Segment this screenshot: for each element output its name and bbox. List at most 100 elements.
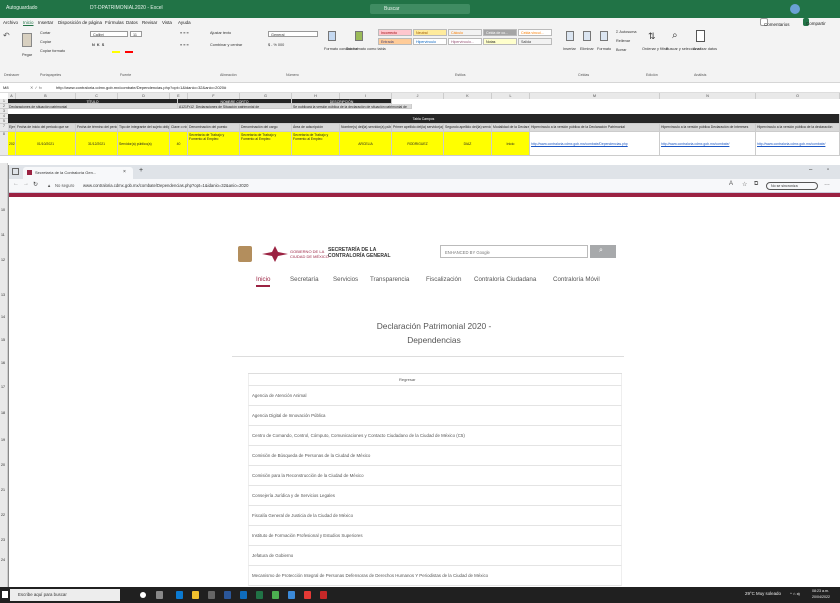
row-header-16[interactable]: 16: [1, 361, 5, 365]
clock-date[interactable]: 20/04/2022: [812, 595, 830, 599]
data-cell-14[interactable]: http://www.contraloria.cdmx.gob.mx/comba…: [756, 132, 840, 156]
fill-button[interactable]: Rellenar: [616, 39, 630, 43]
nav-servicios[interactable]: Servicios: [333, 276, 358, 283]
tab-actions-icon[interactable]: [12, 168, 19, 175]
list-item[interactable]: Mecanismo de Protección Integral de Pers…: [248, 566, 622, 586]
list-item-label[interactable]: Consejería Jurídica y de Servicios Legal…: [252, 493, 335, 498]
style-entrada[interactable]: Entrada: [378, 38, 412, 45]
app2-icon[interactable]: [288, 591, 295, 599]
row-header-12[interactable]: 12: [1, 258, 5, 262]
tray-icons[interactable]: ^ ⌂ ◂): [790, 591, 800, 596]
data-cell-9[interactable]: RODRIGUEZ: [392, 132, 444, 156]
style-calculo[interactable]: Cálculo: [448, 29, 482, 36]
weather-widget[interactable]: 29°C Muy soleado: [745, 591, 781, 596]
data-cell-4[interactable]: 40: [170, 132, 188, 156]
data-cell-7[interactable]: Secretaría de Trabajo y Fomento al Emple…: [292, 132, 340, 156]
regresar-link[interactable]: Regresar: [399, 377, 415, 382]
delete-cells-button[interactable]: Eliminar: [580, 47, 594, 51]
clear-button[interactable]: Borrar: [616, 48, 627, 52]
comments-button[interactable]: Comentarios: [760, 18, 790, 27]
url-field[interactable]: ▲ No seguro www.contraloria.cdmx.gob.mx/…: [43, 181, 683, 191]
style-salida[interactable]: Salida: [518, 38, 552, 45]
row-header-17[interactable]: 17: [1, 385, 5, 389]
site-search-button[interactable]: ⌕: [590, 245, 616, 258]
excel-icon[interactable]: [256, 591, 263, 599]
new-tab-icon[interactable]: +: [139, 167, 143, 174]
read-aloud-icon[interactable]: A: [729, 181, 733, 187]
hdr-cell-14[interactable]: Hipervínculo a la versión pública de la …: [756, 124, 840, 132]
list-item[interactable]: Fiscalía General de Justicia de la Ciuda…: [248, 506, 622, 526]
list-item[interactable]: Agencia de Atención Animal: [248, 386, 622, 406]
favorite-star-icon[interactable]: ☆: [742, 181, 747, 188]
sort-filter-button[interactable]: Ordenar y filtrar: [642, 47, 668, 51]
style-hipervinculo-visit[interactable]: Hipervínculo...: [448, 38, 482, 45]
back-icon[interactable]: ←: [13, 181, 19, 187]
style-celda-vinc[interactable]: Celda vincul...: [518, 29, 552, 36]
col-header-m[interactable]: M: [530, 93, 660, 99]
store-icon[interactable]: [208, 591, 215, 599]
user-avatar[interactable]: [790, 4, 800, 14]
align-left-icon[interactable]: ≡ ≡ ≡: [180, 43, 189, 47]
cdmx-logo-icon[interactable]: [238, 246, 258, 262]
cortana-icon[interactable]: [140, 592, 146, 598]
word-icon[interactable]: [224, 591, 231, 599]
windows-start-icon[interactable]: [2, 591, 8, 598]
data-cell-8[interactable]: ARCELIA: [340, 132, 392, 156]
data-cell-10[interactable]: DIAZ: [444, 132, 492, 156]
row-header-8[interactable]: 8: [0, 132, 8, 156]
format-cells-icon[interactable]: [600, 31, 608, 41]
spreadsheet-grid[interactable]: A B C D E F G H I J K L M N O 1 2 3 4 5 …: [0, 93, 840, 163]
hdr-cell-6[interactable]: Denominación del cargo: [240, 124, 292, 132]
list-item-label[interactable]: Instituto de Formación Profesional y Est…: [252, 533, 363, 538]
regresar-row[interactable]: Regresar: [248, 374, 622, 386]
hdr-cell-0[interactable]: Ejercicio: [8, 124, 16, 132]
list-item[interactable]: Agencia Digital de Innovación Pública: [248, 406, 622, 426]
data-cell-1[interactable]: 01/10/2021: [16, 132, 76, 156]
insert-cells-button[interactable]: Insertar: [563, 47, 576, 51]
browser-tab[interactable]: Secretaría de la Contraloría Gen... ×: [23, 167, 133, 179]
minimize-icon[interactable]: –: [809, 167, 812, 173]
maximize-icon[interactable]: ▫: [827, 167, 829, 173]
delete-cells-icon[interactable]: [583, 31, 591, 41]
menu-disposicion[interactable]: Disposición de página: [58, 20, 102, 25]
hdr-cell-11[interactable]: Modalidad de la Declaración: [492, 124, 530, 132]
hdr-cell-2[interactable]: Fecha de término del periodo que se: [76, 124, 118, 132]
app-icon[interactable]: [272, 591, 279, 599]
data-cell-6[interactable]: Secretaría de Trabajo y Fomento al Emple…: [240, 132, 292, 156]
data-cell-3[interactable]: Servidor(a) público(a): [118, 132, 170, 156]
col-header-n[interactable]: N: [660, 93, 756, 99]
menu-vista[interactable]: Vista: [162, 20, 172, 25]
conditional-format-icon[interactable]: [328, 31, 336, 41]
sync-button[interactable]: No se sincroniza: [766, 182, 818, 190]
taskbar-search[interactable]: Escribe aquí para buscar: [10, 589, 120, 601]
menu-inicio[interactable]: Inicio: [23, 20, 34, 25]
analyze-data-button[interactable]: Analizar datos: [693, 47, 717, 51]
forward-icon[interactable]: →: [23, 181, 29, 187]
nav-contraloria-movil[interactable]: Contraloría Móvil: [553, 276, 600, 283]
hdr-cell-5[interactable]: Denominación del puesto: [188, 124, 240, 132]
wrap-text-button[interactable]: Ajustar texto: [210, 31, 231, 35]
paste-icon[interactable]: [22, 33, 32, 47]
list-item-label[interactable]: Mecanismo de Protección Integral de Pers…: [252, 573, 488, 578]
font-size-select[interactable]: 11: [130, 31, 142, 37]
pdf-icon[interactable]: [320, 591, 327, 599]
fill-color-icon[interactable]: [112, 51, 120, 53]
data-cell-13[interactable]: http://www.contraloria.cdmx.gob.mx/comba…: [660, 132, 756, 156]
list-item-label[interactable]: Jefatura de Gobierno: [252, 553, 293, 558]
data-cell-5[interactable]: Secretaría de Trabajo y Fomento al Emple…: [188, 132, 240, 156]
cell-r3a[interactable]: Declaraciones de situación patrimonial: [8, 104, 178, 109]
hdr-cell-4[interactable]: Clave o nivel del: [170, 124, 188, 132]
hdr-cell-3[interactable]: Tipo de integrante del sujeto obligado: [118, 124, 170, 132]
list-item[interactable]: Centro de Comando, Control, Cómputo, Com…: [248, 426, 622, 446]
data-cell-2[interactable]: 31/12/2021: [76, 132, 118, 156]
col-header-l[interactable]: L: [492, 93, 530, 99]
cell-r3b[interactable]: A121Fr12_Declaraciones de Situación patr…: [178, 104, 292, 109]
style-incorrecto[interactable]: Incorrecto: [378, 29, 412, 36]
edge-icon[interactable]: [176, 591, 183, 599]
paste-label[interactable]: Pegar: [22, 53, 32, 57]
cell-tabla-campos[interactable]: Tabla Campos: [8, 114, 840, 124]
hdr-cell-13[interactable]: Hipervínculo a la versión pública Declar…: [660, 124, 756, 132]
menu-insertar[interactable]: Insertar: [38, 20, 53, 25]
list-item[interactable]: Instituto de Formación Profesional y Est…: [248, 526, 622, 546]
row-header-19[interactable]: 19: [1, 438, 5, 442]
